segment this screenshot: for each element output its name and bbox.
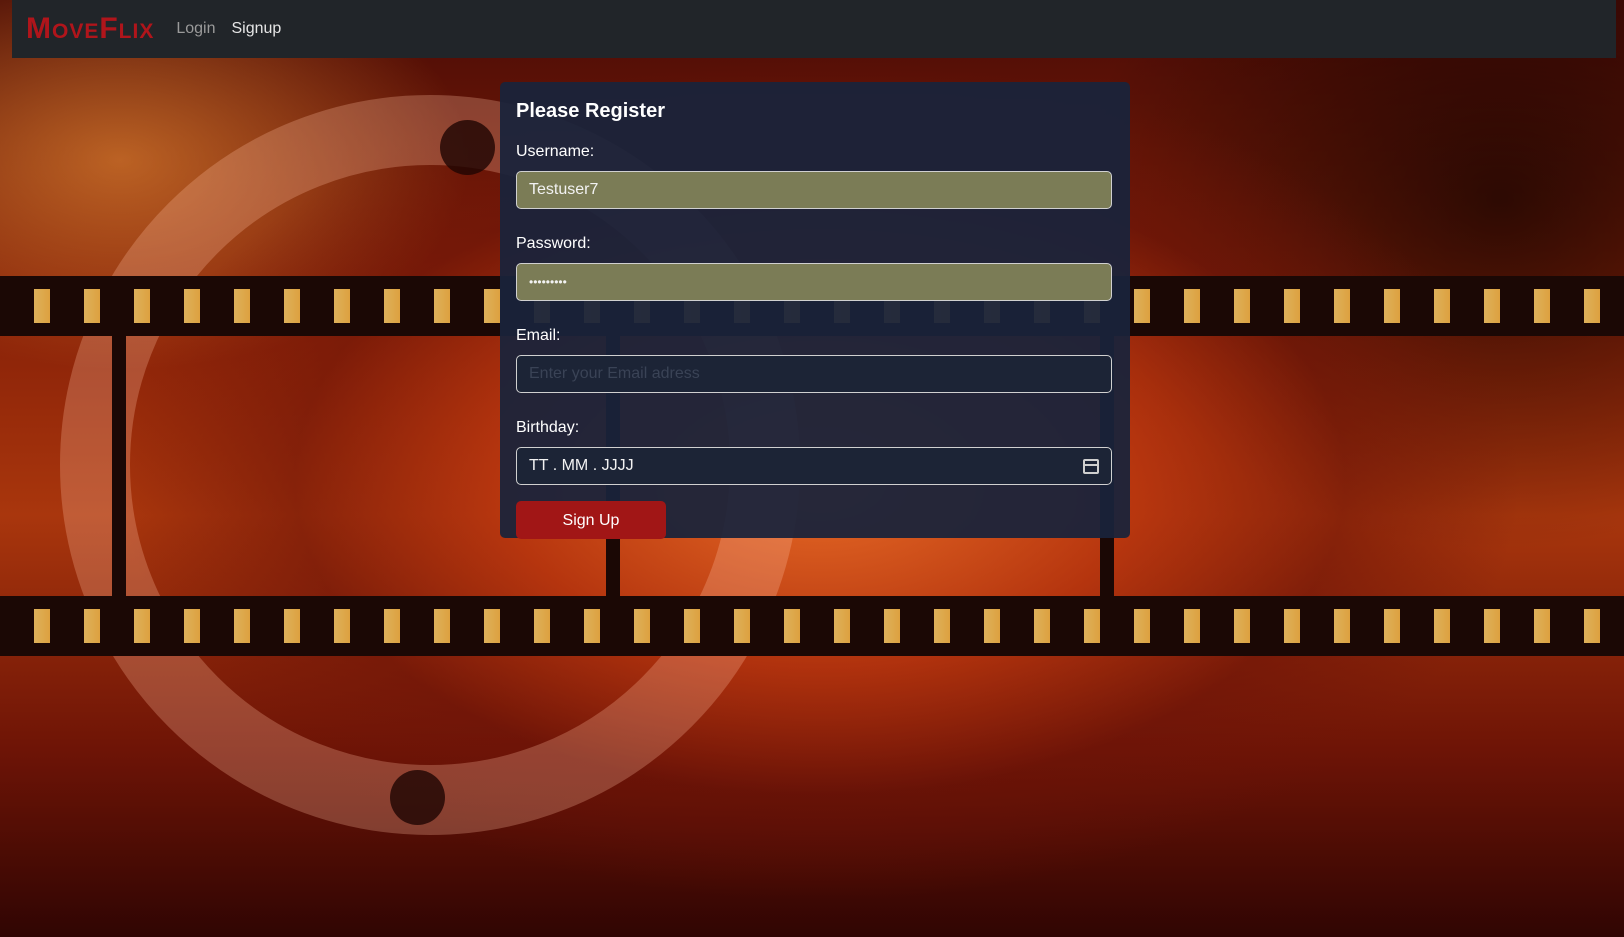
email-label: Email:	[516, 327, 561, 344]
navbar: MoveFlix Login Signup	[12, 0, 1616, 58]
sign-up-button[interactable]: Sign Up	[516, 501, 666, 539]
birthday-input[interactable]: TT . MM . JJJJ	[516, 447, 1112, 485]
email-placeholder: Enter your Email adress	[529, 365, 700, 382]
password-label: Password:	[516, 235, 591, 252]
nav-link-signup[interactable]: Signup	[232, 20, 282, 38]
birthday-value: TT . MM . JJJJ	[529, 457, 634, 474]
password-value: •••••••••	[529, 275, 567, 289]
nav-link-login[interactable]: Login	[176, 20, 215, 38]
username-input[interactable]: Testuser7	[516, 171, 1112, 209]
username-value: Testuser7	[529, 181, 599, 198]
film-strip-bottom	[0, 596, 1624, 656]
reel-hole	[440, 120, 495, 175]
birthday-label: Birthday:	[516, 419, 580, 436]
email-input[interactable]: Enter your Email adress	[516, 355, 1112, 393]
username-label: Username:	[516, 143, 595, 160]
form-title: Please Register	[516, 100, 665, 122]
brand-logo[interactable]: MoveFlix	[26, 12, 154, 46]
password-input[interactable]: •••••••••	[516, 263, 1112, 301]
register-card: Please Register Username: Testuser7 Pass…	[500, 82, 1130, 539]
calendar-icon[interactable]	[1083, 458, 1099, 474]
reel-hole	[390, 770, 445, 825]
